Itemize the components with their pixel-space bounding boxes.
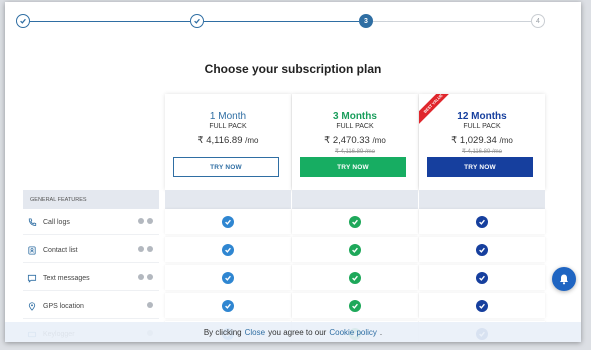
feature-availability-cell	[292, 237, 418, 262]
plan-price: ₹ 1,029.34 /mo	[419, 135, 545, 146]
android-icon	[147, 274, 153, 280]
plan-price: ₹ 4,116.89 /mo	[165, 135, 291, 146]
feature-availability-cell	[165, 237, 291, 262]
feature-row: Call logs	[23, 210, 159, 235]
android-icon	[147, 218, 153, 224]
android-icon	[147, 302, 153, 308]
feature-availability-cell	[292, 293, 418, 318]
plan-column-header	[419, 190, 545, 209]
feature-row: Contact list	[23, 238, 159, 263]
check-icon	[194, 18, 200, 24]
features-header: GENERAL FEATURES	[23, 190, 159, 209]
check-icon	[20, 18, 26, 24]
feature-availability-cell	[419, 293, 545, 318]
plan-name: 12 Months	[457, 111, 507, 122]
phone-icon	[27, 217, 37, 227]
step-connector	[30, 20, 190, 22]
cookie-close-link[interactable]: Close	[245, 328, 265, 337]
price-unit: /mo	[372, 136, 386, 145]
check-circle-icon	[349, 271, 361, 284]
check-circle-icon	[222, 243, 234, 256]
step-connector	[204, 20, 359, 22]
check-circle-icon	[349, 243, 361, 256]
cookie-text-suffix: .	[379, 327, 383, 337]
step-number: 4	[536, 17, 540, 25]
step-4[interactable]: 4	[531, 14, 545, 28]
apple-icon	[138, 246, 144, 252]
plan-pack: FULL PACK	[209, 123, 247, 130]
feature-label: Text messages	[43, 274, 90, 282]
platform-icons	[138, 218, 153, 224]
feature-availability-cell	[292, 265, 418, 290]
old-price: ₹ 4,116.89 /mo	[334, 149, 376, 155]
price-value: ₹ 4,116.89	[197, 135, 243, 146]
price-value: ₹ 1,029.34	[451, 135, 497, 146]
step-2[interactable]	[190, 14, 204, 28]
android-icon	[147, 246, 153, 252]
step-1[interactable]	[16, 14, 30, 28]
check-circle-icon	[476, 215, 488, 228]
price-unit: /mo	[245, 136, 259, 145]
plan-name: 3 Months	[333, 111, 377, 122]
feature-availability-cell	[165, 209, 291, 234]
feature-availability-cell	[165, 265, 291, 290]
plan-column-header	[165, 190, 291, 209]
check-circle-icon	[349, 215, 361, 228]
plan-name: 1 Month	[209, 111, 247, 122]
check-circle-icon	[222, 271, 234, 284]
check-circle-icon	[476, 271, 488, 284]
cookie-bar: By clicking Close you agree to our Cooki…	[5, 322, 581, 342]
platform-icons	[147, 302, 153, 308]
check-circle-icon	[222, 215, 234, 228]
message-icon	[27, 273, 37, 283]
try-now-button-3-months[interactable]: TRY NOW	[300, 157, 406, 177]
price-unit: /mo	[499, 136, 513, 145]
step-3[interactable]: 3	[359, 14, 373, 28]
plan-card-3-months: 3 Months FULL PACK ₹ 2,470.33 /mo ₹ 4,11…	[292, 94, 418, 190]
check-circle-icon	[476, 243, 488, 256]
plan-column-header	[292, 190, 418, 209]
platform-icons	[138, 246, 153, 252]
cookie-text-prefix: By clicking	[203, 327, 242, 337]
check-circle-icon	[349, 299, 361, 312]
apple-icon	[138, 274, 144, 280]
check-circle-icon	[476, 299, 488, 312]
step-connector	[373, 20, 531, 22]
feature-row: Text messages	[23, 266, 159, 291]
step-number: 3	[364, 17, 368, 25]
plan-pack: FULL PACK	[463, 123, 501, 130]
notification-bell-button[interactable]	[552, 267, 576, 291]
app-frame: 3 4 Choose your subscription plan 1 Mont…	[5, 2, 581, 342]
feature-label: Call logs	[43, 218, 70, 226]
old-price: ₹ 4,116.89 /mo	[461, 149, 503, 155]
plan-card-1-month: 1 Month FULL PACK ₹ 4,116.89 /mo TRY NOW	[165, 94, 291, 190]
feature-availability-cell	[419, 237, 545, 262]
feature-availability-cell	[419, 265, 545, 290]
contacts-icon	[27, 245, 37, 255]
try-now-button-1-month[interactable]: TRY NOW	[173, 157, 279, 177]
feature-row: GPS location	[23, 294, 159, 319]
try-now-button-12-months[interactable]: TRY NOW	[427, 157, 533, 177]
feature-availability-cell	[165, 293, 291, 318]
feature-label: Contact list	[43, 246, 78, 254]
platform-icons	[138, 274, 153, 280]
plan-card-12-months: BEST VALUE 12 Months FULL PACK ₹ 1,029.3…	[419, 94, 545, 190]
cookie-text-middle: you agree to our	[268, 327, 327, 337]
price-value: ₹ 2,470.33	[324, 135, 370, 146]
plan-pack: FULL PACK	[336, 123, 374, 130]
apple-icon	[138, 218, 144, 224]
cookie-policy-link[interactable]: Cookie policy	[329, 328, 377, 337]
feature-availability-cell	[419, 209, 545, 234]
page-title: Choose your subscription plan	[204, 62, 382, 76]
bell-icon	[560, 274, 568, 285]
check-circle-icon	[222, 299, 234, 312]
location-icon	[27, 301, 37, 311]
feature-label: GPS location	[43, 302, 84, 310]
feature-availability-cell	[292, 209, 418, 234]
plan-price: ₹ 2,470.33 /mo	[292, 135, 418, 146]
